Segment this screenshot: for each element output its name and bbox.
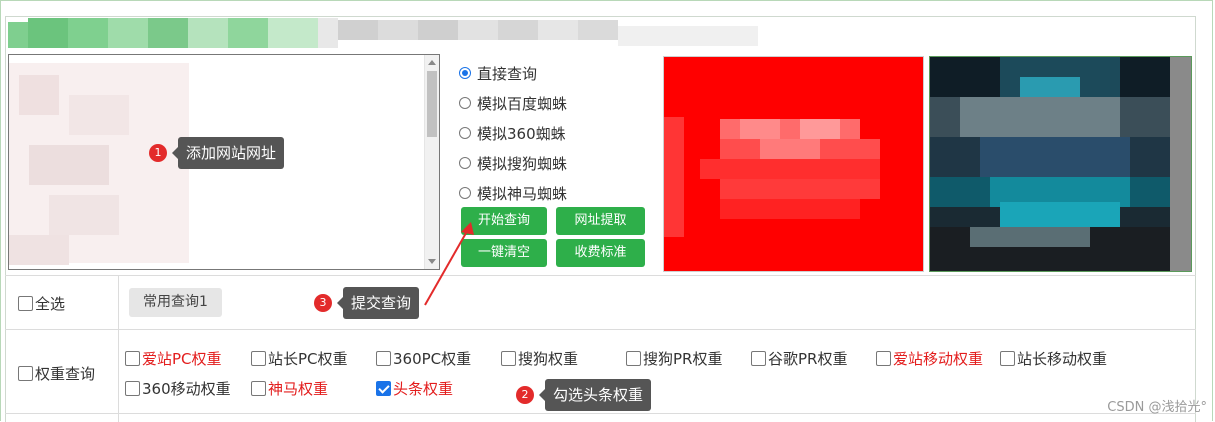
option-label: 爱站移动权重	[893, 350, 984, 368]
option-aizhan-mobile[interactable]: 爱站移动权重	[876, 348, 983, 369]
option-google-pr[interactable]: 谷歌PR权重	[751, 348, 847, 369]
checkbox-icon[interactable]	[626, 351, 641, 366]
option-aizhan-pc[interactable]: 爱站PC权重	[125, 348, 222, 369]
radio-baidu-spider[interactable]: 模拟百度蜘蛛	[459, 88, 659, 118]
checkbox-icon[interactable]	[125, 381, 140, 396]
checkbox-icon[interactable]	[125, 351, 140, 366]
option-zhanzhang-pc[interactable]: 站长PC权重	[251, 348, 348, 369]
checkbox-icon[interactable]	[18, 296, 33, 311]
option-toutiao[interactable]: 头条权重	[376, 378, 453, 399]
row-divider	[5, 275, 1196, 276]
scroll-up-icon[interactable]	[428, 60, 436, 65]
option-zhanzhang-mobile[interactable]: 站长移动权重	[1000, 348, 1107, 369]
step-2-badge: 2	[516, 386, 534, 404]
checkbox-icon[interactable]	[501, 351, 516, 366]
option-label: 站长PC权重	[268, 350, 348, 368]
pricing-button[interactable]: 收费标准	[556, 239, 645, 267]
option-label: 爱站PC权重	[142, 350, 222, 368]
clear-all-button[interactable]: 一键清空	[461, 239, 547, 267]
checkbox-icon[interactable]	[251, 381, 266, 396]
option-sogou-pr[interactable]: 搜狗PR权重	[626, 348, 722, 369]
radio-label: 直接查询	[477, 64, 538, 83]
option-360-pc[interactable]: 360PC权重	[376, 348, 471, 369]
radio-icon[interactable]	[459, 97, 471, 109]
checkbox-icon[interactable]	[751, 351, 766, 366]
scroll-thumb[interactable]	[427, 71, 437, 137]
option-label: 神马权重	[268, 380, 329, 398]
radio-checked-icon[interactable]	[459, 67, 471, 79]
option-label: 搜狗权重	[518, 350, 579, 368]
step-3-tooltip: 提交查询	[343, 287, 420, 319]
select-all-checkbox[interactable]: 全选	[18, 293, 65, 314]
option-label: 站长移动权重	[1017, 350, 1108, 368]
option-label: 头条权重	[393, 380, 454, 398]
radio-label: 模拟360蜘蛛	[477, 124, 566, 143]
option-label: 搜狗PR权重	[643, 350, 723, 368]
radio-icon[interactable]	[459, 187, 471, 199]
weight-query-label: 权重查询	[35, 365, 96, 383]
checkbox-icon[interactable]	[1000, 351, 1015, 366]
blurred-header	[8, 18, 758, 48]
radio-360-spider[interactable]: 模拟360蜘蛛	[459, 118, 659, 148]
checkbox-checked-icon[interactable]	[376, 381, 391, 396]
checkbox-icon[interactable]	[876, 351, 891, 366]
weight-query-checkbox[interactable]: 权重查询	[18, 363, 95, 384]
column-divider	[118, 275, 119, 422]
textarea-scrollbar[interactable]	[424, 55, 439, 269]
radio-label: 模拟百度蜘蛛	[477, 94, 568, 113]
radio-icon[interactable]	[459, 157, 471, 169]
radio-icon[interactable]	[459, 127, 471, 139]
row-divider	[5, 413, 1196, 414]
option-label: 360移动权重	[142, 380, 231, 398]
radio-direct[interactable]: 直接查询	[459, 58, 659, 88]
radio-label: 模拟搜狗蜘蛛	[477, 154, 568, 173]
extract-url-button[interactable]: 网址提取	[556, 207, 645, 235]
checkbox-icon[interactable]	[376, 351, 391, 366]
select-all-label: 全选	[35, 295, 66, 313]
checkbox-icon[interactable]	[251, 351, 266, 366]
option-sogou[interactable]: 搜狗权重	[501, 348, 578, 369]
preset-query-tag[interactable]: 常用查询1	[129, 288, 222, 317]
option-shenma[interactable]: 神马权重	[251, 378, 328, 399]
step-1-badge: 1	[149, 144, 167, 162]
option-label: 360PC权重	[393, 350, 472, 368]
step-1-tooltip: 添加网站网址	[178, 137, 285, 169]
blurred-ad-red	[663, 56, 924, 272]
blurred-ad-dark	[929, 56, 1192, 272]
spider-mode-group: 直接查询 模拟百度蜘蛛 模拟360蜘蛛 模拟搜狗蜘蛛 模拟神马蜘蛛	[459, 58, 659, 208]
step-3-badge: 3	[314, 294, 332, 312]
option-label: 谷歌PR权重	[768, 350, 848, 368]
radio-label: 模拟神马蜘蛛	[477, 184, 568, 203]
start-query-button[interactable]: 开始查询	[461, 207, 547, 235]
option-360-mobile[interactable]: 360移动权重	[125, 378, 231, 399]
step-2-tooltip: 勾选头条权重	[545, 379, 652, 411]
scroll-down-icon[interactable]	[428, 259, 436, 264]
radio-shenma-spider[interactable]: 模拟神马蜘蛛	[459, 178, 659, 208]
row-divider	[5, 329, 1196, 330]
radio-sogou-spider[interactable]: 模拟搜狗蜘蛛	[459, 148, 659, 178]
watermark: CSDN @浅拾光°	[1107, 400, 1207, 415]
checkbox-icon[interactable]	[18, 366, 33, 381]
